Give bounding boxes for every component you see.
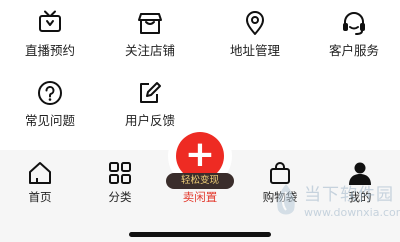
service-user-feedback[interactable]: 用户反馈	[100, 80, 200, 129]
edit-icon	[140, 82, 161, 103]
service-label: 地址管理	[229, 43, 280, 58]
question-circle-icon	[38, 81, 62, 105]
tv-icon	[39, 10, 61, 32]
home-indicator	[129, 232, 271, 237]
tab-label: 分类	[108, 190, 132, 204]
grid-icon	[109, 162, 131, 184]
tab-category[interactable]: 分类	[80, 160, 160, 204]
service-label: 常见问题	[24, 113, 75, 128]
service-label: 关注店铺	[124, 43, 175, 58]
watermark-url: www.downxia.com	[304, 206, 400, 219]
service-faq[interactable]: 常见问题	[0, 80, 100, 129]
home-icon	[29, 162, 51, 184]
watermark-logo-icon	[277, 184, 295, 215]
tab-home[interactable]: 首页	[0, 160, 80, 204]
headset-icon	[343, 12, 365, 35]
location-pin-icon	[246, 11, 264, 35]
service-address-management[interactable]: 地址管理	[205, 10, 305, 59]
store-icon	[138, 13, 162, 34]
service-label: 客户服务	[328, 43, 379, 58]
service-label: 直播预约	[24, 43, 75, 58]
service-customer-service[interactable]: 客户服务	[304, 10, 400, 59]
watermark-text: 当下软件园	[304, 185, 394, 205]
service-followed-stores[interactable]: 关注店铺	[100, 10, 200, 59]
tab-label: 首页	[28, 190, 52, 204]
sell-promo-badge: 轻松变现	[166, 173, 234, 189]
watermark: 当下软件园 www.downxia.com	[268, 176, 400, 228]
sell-idle-button[interactable]: + 轻松变现 卖闲置	[162, 124, 238, 208]
sell-label: 卖闲置	[182, 190, 218, 204]
service-live-reservation[interactable]: 直播预约	[0, 10, 100, 59]
